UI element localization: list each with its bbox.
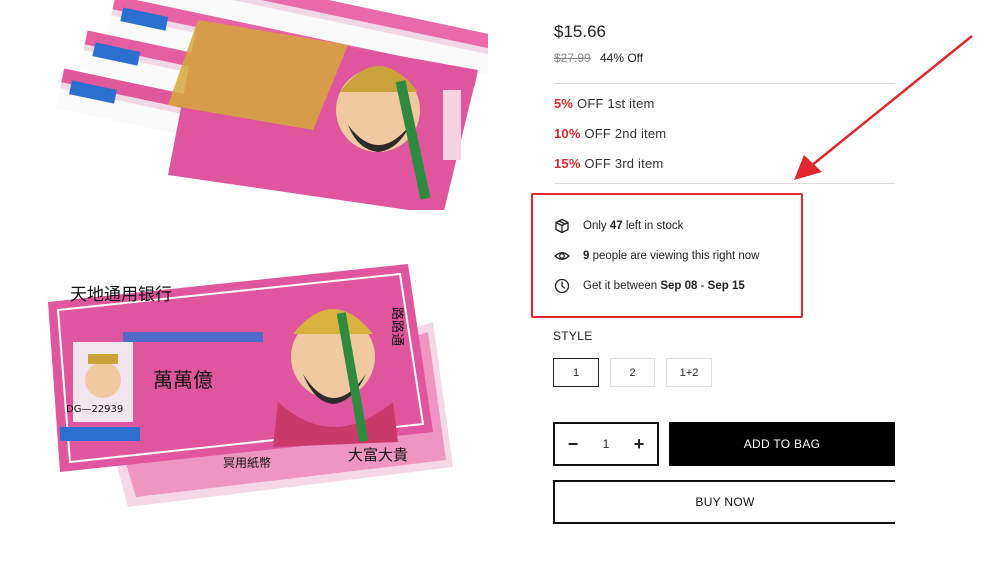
quantity-value[interactable]: 1 (603, 437, 610, 451)
delivery-sep: - (697, 280, 708, 292)
style-label: STYLE (553, 329, 593, 343)
tier-discount-3: 15% OFF 3rd item (554, 156, 663, 171)
add-to-bag-button[interactable]: ADD TO BAG (669, 422, 895, 466)
box-icon (555, 218, 569, 234)
tier-percent: 15% (554, 156, 581, 171)
banknote-side-text: 路路通 (389, 307, 405, 346)
tier-text: OFF 1st item (573, 96, 655, 111)
delivery-start: Sep 08 (660, 280, 698, 292)
banknote-serial: DG—22939 (66, 404, 123, 415)
tier-text: OFF 3rd item (580, 156, 664, 171)
banknote-denomination: 萬萬億 (153, 368, 213, 392)
stock-suffix: left in stock (622, 220, 684, 232)
stock-info: Only 47 left in stock (554, 218, 683, 234)
delivery-end: Sep 15 (707, 280, 745, 292)
product-image-gallery: 天地通用银行 DG—22939 萬萬億 路路通 大富大貴 冥用紙幣 (0, 0, 520, 566)
current-price: $15.66 (554, 22, 606, 41)
style-option-1-plus-2[interactable]: 1+2 (666, 358, 712, 387)
viewers-info: 9 people are viewing this right now (554, 248, 759, 264)
quantity-stepper: − 1 + (553, 422, 659, 466)
discount-label: 44% Off (600, 51, 644, 65)
viewers-suffix: people are viewing this right now (589, 250, 760, 262)
delivery-prefix: Get it between (583, 280, 661, 292)
clock-icon (554, 278, 570, 294)
tier-discount-2: 10% OFF 2nd item (554, 126, 666, 141)
style-option-1[interactable]: 1 (553, 358, 599, 387)
tier-percent: 5% (554, 96, 574, 111)
divider (554, 83, 895, 84)
tier-text: OFF 2nd item (580, 126, 667, 141)
tier-discount-1: 5% OFF 1st item (554, 96, 655, 111)
delivery-info: Get it between Sep 08 - Sep 15 (554, 278, 745, 294)
increase-quantity-button[interactable]: + (631, 434, 647, 455)
style-option-2[interactable]: 2 (610, 358, 655, 387)
eye-icon (554, 252, 570, 260)
decrease-quantity-button[interactable]: − (565, 434, 581, 455)
banknote-bank-name: 天地通用银行 (70, 285, 172, 305)
banknote-footer-text: 冥用紙幣 (223, 455, 271, 470)
original-price: $27.99 (554, 51, 591, 65)
product-photo-stacks[interactable] (48, 0, 488, 240)
stock-prefix: Only (583, 220, 610, 232)
divider (554, 183, 895, 184)
product-photo-notes[interactable]: 天地通用银行 DG—22939 萬萬億 路路通 大富大貴 冥用紙幣 (48, 262, 468, 512)
tier-percent: 10% (554, 126, 581, 141)
buy-now-button[interactable]: BUY NOW (553, 480, 895, 524)
stock-count: 47 (609, 220, 623, 232)
banknote-bottom-text: 大富大貴 (348, 446, 408, 464)
